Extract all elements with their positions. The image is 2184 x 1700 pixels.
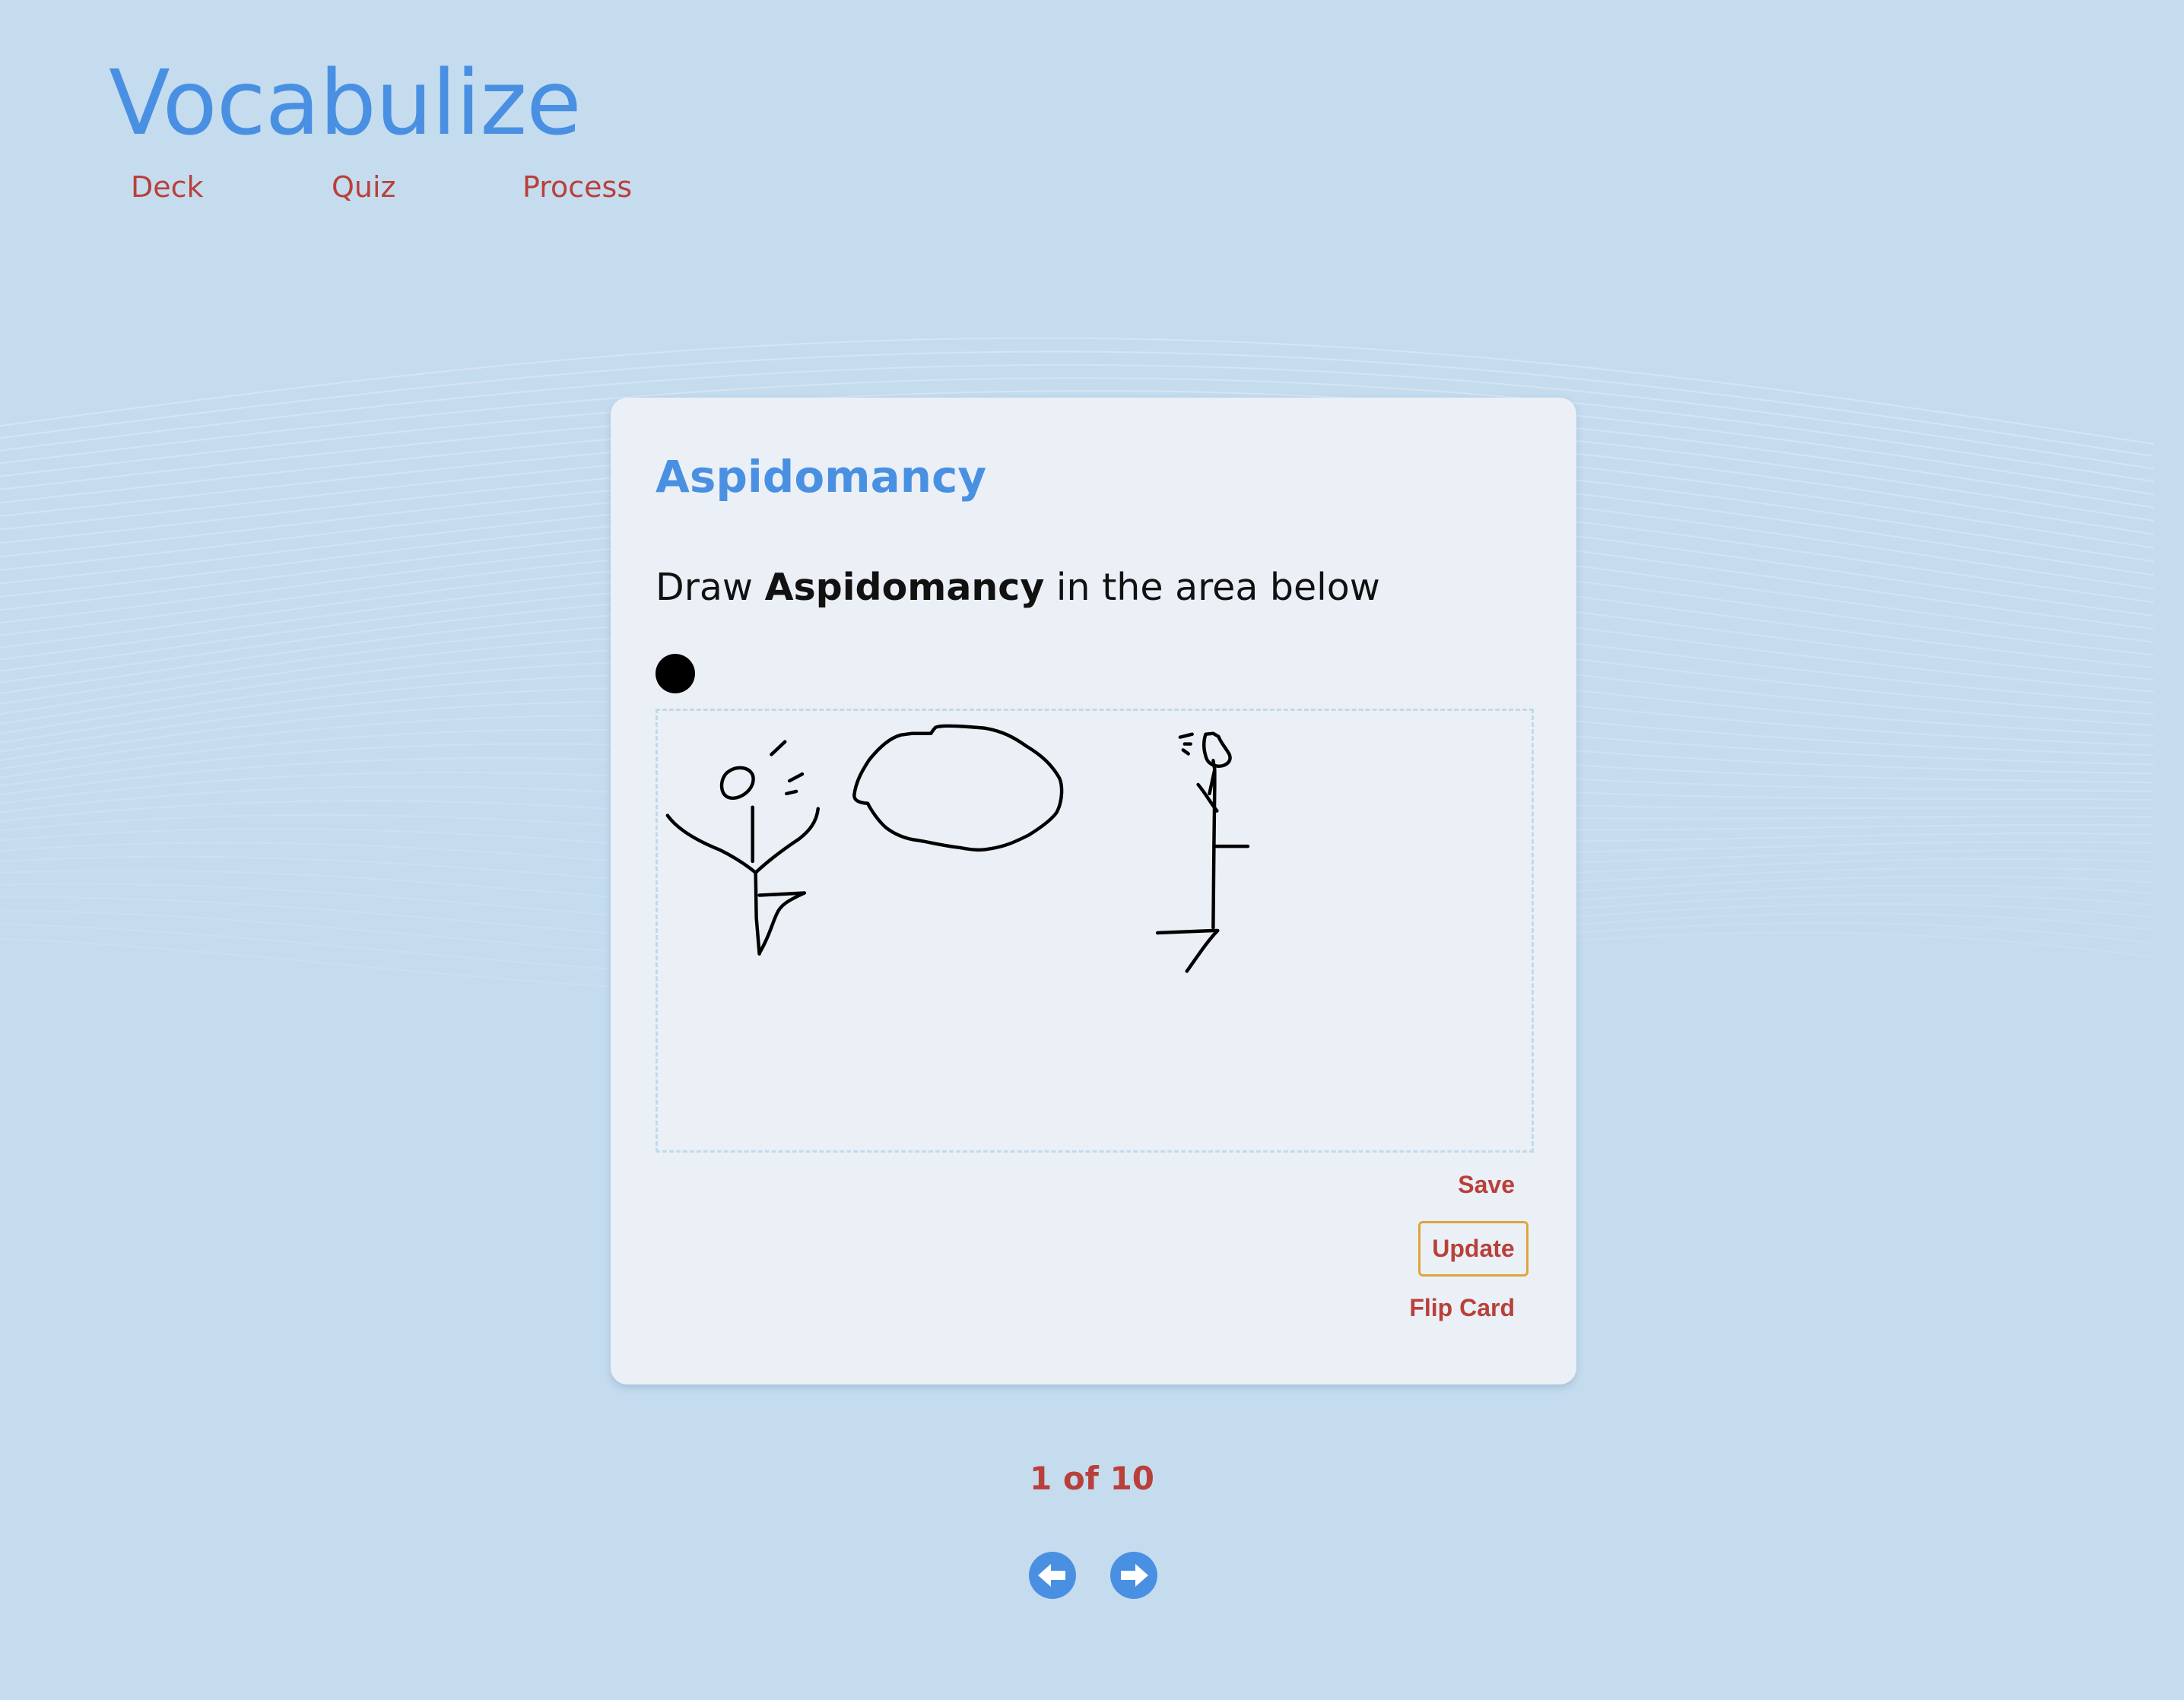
instruction-word: Aspidomancy xyxy=(764,566,1045,609)
nav-deck[interactable]: Deck xyxy=(131,166,204,208)
drawing-strokes xyxy=(665,724,1250,973)
nav-process[interactable]: Process xyxy=(522,166,632,208)
instruction-prefix: Draw xyxy=(656,566,765,609)
draw-instruction: Draw Aspidomancy in the area below xyxy=(656,561,1380,614)
prev-card-button[interactable] xyxy=(1029,1552,1076,1599)
update-button[interactable]: Update xyxy=(1418,1221,1528,1277)
flashcard: Aspidomancy Draw Aspidomancy in the area… xyxy=(611,398,1576,1384)
flip-card-button[interactable]: Flip Card xyxy=(1409,1291,1515,1324)
instruction-suffix: in the area below xyxy=(1044,566,1380,609)
nav-quiz[interactable]: Quiz xyxy=(332,166,396,208)
arrow-right-icon xyxy=(1121,1564,1148,1587)
app-title: Vocabulize xyxy=(109,50,582,155)
save-button[interactable]: Save xyxy=(1458,1168,1515,1201)
drawing-canvas[interactable] xyxy=(656,709,1534,1153)
next-card-button[interactable] xyxy=(1110,1552,1157,1599)
card-counter: 1 of 10 xyxy=(1029,1460,1155,1497)
arrow-left-icon xyxy=(1038,1564,1065,1587)
card-title: Aspidomancy xyxy=(656,451,987,503)
brush-color-swatch[interactable] xyxy=(656,654,695,693)
